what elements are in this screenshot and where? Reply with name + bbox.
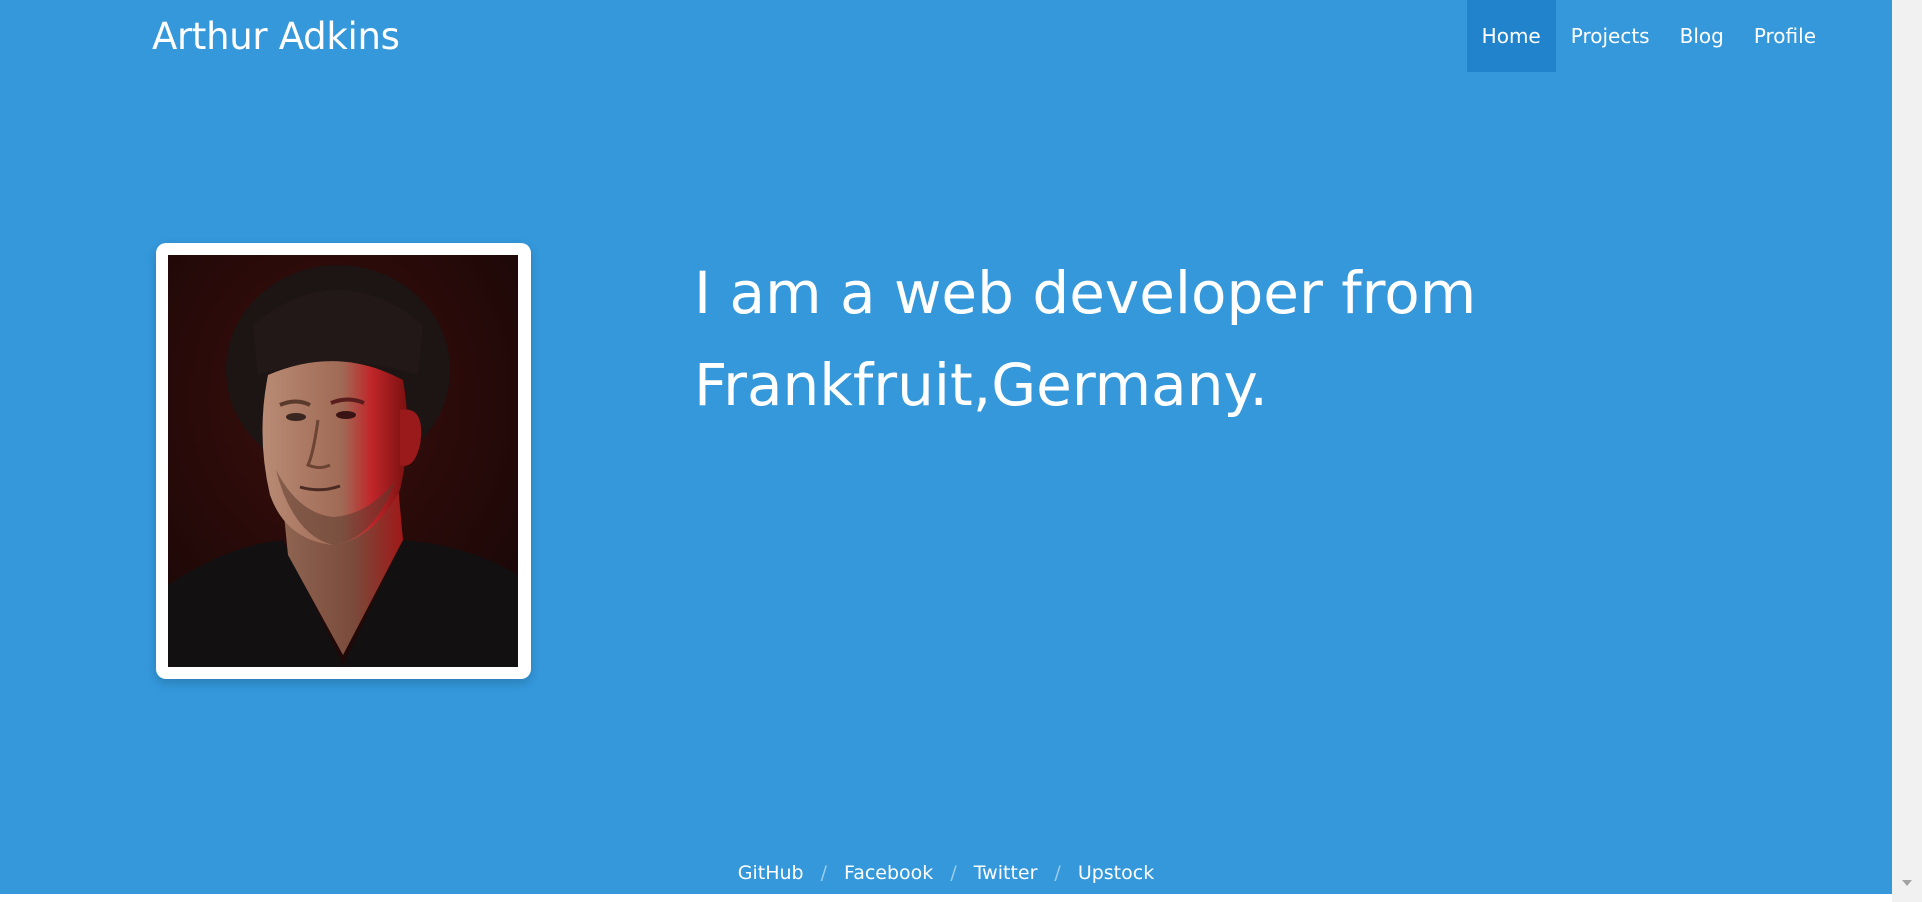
main-nav: Home Projects Blog Profile [1466,0,1831,75]
vertical-scrollbar[interactable] [1892,0,1922,902]
nav-item-projects[interactable]: Projects [1556,0,1665,72]
scroll-down-arrow-icon[interactable] [1902,880,1912,886]
facebook-link[interactable]: Facebook [844,862,933,884]
link-separator: / [1054,862,1061,884]
upstock-link[interactable]: Upstock [1078,862,1154,884]
profile-photo-card [156,243,531,679]
tagline-line-1: I am a web developer from [694,259,1477,327]
nav-item-profile[interactable]: Profile [1739,0,1831,72]
link-separator: / [820,862,828,884]
hero-tagline: I am a web developer from Frankfruit,Ger… [694,247,1494,431]
hero-section: Arthur Adkins Home Projects Blog Profile [0,0,1892,894]
github-link[interactable]: GitHub [738,862,804,884]
nav-item-home[interactable]: Home [1466,0,1556,72]
tagline-line-2: Frankfruit,Germany. [694,351,1268,419]
link-separator: / [950,862,957,884]
nav-item-blog[interactable]: Blog [1665,0,1739,72]
social-links: GitHub / Facebook / Twitter / Upstock [0,862,1892,884]
site-brand[interactable]: Arthur Adkins [152,14,400,59]
page: Arthur Adkins Home Projects Blog Profile [0,0,1922,902]
profile-photo [168,255,518,667]
twitter-link[interactable]: Twitter [974,862,1038,884]
